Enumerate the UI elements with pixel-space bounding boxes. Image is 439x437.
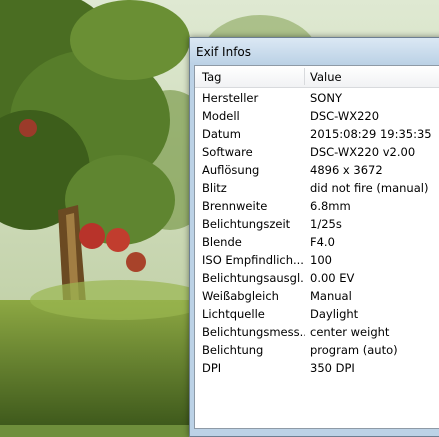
value-cell: 1/25s	[310, 217, 342, 231]
table-header: Tag Value	[195, 66, 439, 88]
table-row[interactable]: Belichtungsmess... center weight	[195, 323, 439, 341]
value-cell: DSC-WX220	[310, 109, 380, 123]
column-divider[interactable]	[304, 68, 305, 85]
tag-cell: ISO Empfindlich...	[202, 253, 304, 267]
table-row[interactable]: Datum 2015:08:29 19:35:35	[195, 125, 439, 143]
tag-cell: Auflösung	[202, 163, 260, 177]
tag-cell: Lichtquelle	[202, 307, 265, 321]
value-cell: Manual	[310, 289, 352, 303]
table-row[interactable]: Hersteller SONY	[195, 89, 439, 107]
value-cell: center weight	[310, 325, 390, 339]
value-cell: 4896 x 3672	[310, 163, 383, 177]
table-row[interactable]: Belichtung program (auto)	[195, 341, 439, 359]
tag-cell: Software	[202, 145, 253, 159]
tag-cell: Blende	[202, 235, 242, 249]
table-row[interactable]: Belichtungszeit 1/25s	[195, 215, 439, 233]
value-cell: F4.0	[310, 235, 335, 249]
tag-cell: Modell	[202, 109, 240, 123]
window-titlebar[interactable]: Exif Infos	[190, 38, 439, 64]
window-title: Exif Infos	[196, 45, 252, 59]
table-row[interactable]: Belichtungsausgl... 0.00 EV	[195, 269, 439, 287]
tag-cell: Belichtungsausgl...	[202, 271, 305, 285]
table-row[interactable]: Modell DSC-WX220	[195, 107, 439, 125]
table-row[interactable]: Blende F4.0	[195, 233, 439, 251]
tag-cell: Belichtungszeit	[202, 217, 291, 231]
value-cell: 2015:08:29 19:35:35	[310, 127, 432, 141]
tag-cell: Datum	[202, 127, 241, 141]
value-cell: did not fire (manual)	[310, 181, 429, 195]
value-cell: program (auto)	[310, 343, 398, 357]
value-cell: SONY	[310, 91, 342, 105]
value-cell: Daylight	[310, 307, 359, 321]
value-cell: 6.8mm	[310, 199, 351, 213]
table-row[interactable]: Lichtquelle Daylight	[195, 305, 439, 323]
value-cell: 0.00 EV	[310, 271, 355, 285]
tag-cell: DPI	[202, 361, 222, 375]
table-row[interactable]: Blitz did not fire (manual)	[195, 179, 439, 197]
tag-cell: Weißabgleich	[202, 289, 279, 303]
value-cell: 350 DPI	[310, 361, 355, 375]
tag-cell: Belichtung	[202, 343, 264, 357]
table-row[interactable]: Brennweite 6.8mm	[195, 197, 439, 215]
tag-cell: Blitz	[202, 181, 227, 195]
table-row[interactable]: Software DSC-WX220 v2.00	[195, 143, 439, 161]
column-header-value[interactable]: Value	[310, 70, 342, 84]
table-row[interactable]: Weißabgleich Manual	[195, 287, 439, 305]
table-row[interactable]: Auflösung 4896 x 3672	[195, 161, 439, 179]
value-cell: 100	[310, 253, 332, 267]
exif-table: Tag Value Hersteller SONY Modell DSC-WX220…	[194, 65, 439, 429]
table-row[interactable]: DPI 350 DPI	[195, 359, 439, 377]
tag-cell: Brennweite	[202, 199, 268, 213]
exif-info-window: Exif Infos Tag Value Hersteller SONY Mode…	[189, 37, 439, 437]
tag-cell: Hersteller	[202, 91, 259, 105]
table-body: Hersteller SONY Modell DSC-WX220 Datum 2015…	[195, 89, 439, 377]
value-cell: DSC-WX220 v2.00	[310, 145, 416, 159]
tag-cell: Belichtungsmess...	[202, 325, 305, 339]
table-row[interactable]: ISO Empfindlich... 100	[195, 251, 439, 269]
column-header-tag[interactable]: Tag	[202, 70, 221, 84]
